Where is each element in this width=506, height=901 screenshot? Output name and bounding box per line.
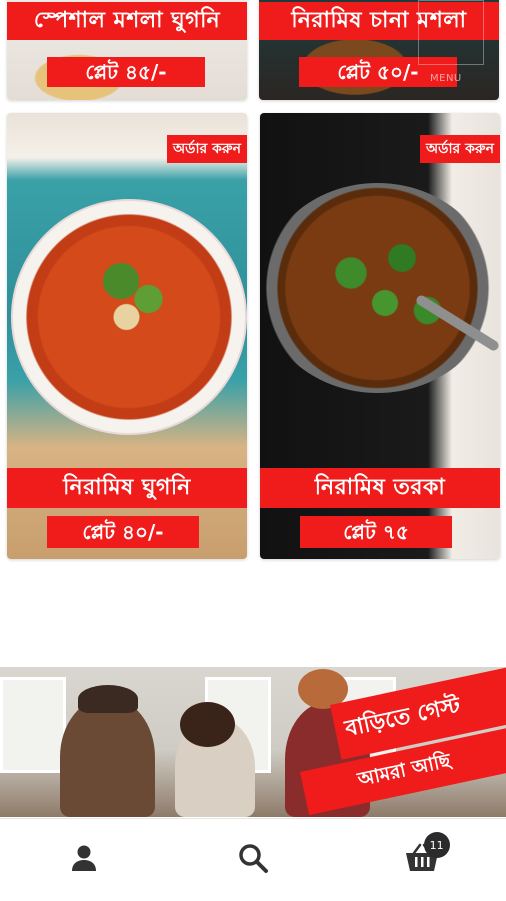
product-card-special-masala-ghugni[interactable]: স্পেশাল মশলা ঘুগনি প্লেট ৪৫/- [7, 0, 247, 100]
person-illustration [78, 685, 138, 713]
herbs-illustration [300, 213, 470, 363]
menu-label: MENU [430, 73, 462, 84]
person-illustration [60, 697, 155, 817]
menu-button[interactable] [418, 0, 484, 65]
bottom-nav: 11 [0, 818, 506, 901]
search-icon [237, 842, 269, 878]
cart-count-badge: 11 [423, 832, 450, 858]
product-title: নিরামিষ তরকা [260, 468, 500, 508]
account-button[interactable] [54, 830, 114, 890]
product-card-niramish-ghugni[interactable]: অর্ডার করুন নিরামিষ ঘুগনি প্লেট ৪০/- [7, 113, 247, 559]
person-illustration [180, 702, 235, 747]
user-icon [69, 843, 99, 877]
product-title: নিরামিষ ঘুগনি [7, 468, 247, 508]
product-title: স্পেশাল মশলা ঘুগনি [7, 2, 247, 40]
window-decor [0, 677, 66, 773]
cart-button[interactable]: 11 [392, 830, 452, 890]
order-button[interactable]: অর্ডার করুন [167, 135, 247, 163]
order-button[interactable]: অর্ডার করুন [420, 135, 500, 163]
product-price: প্লেট ৪০/- [47, 516, 199, 548]
search-button[interactable] [223, 830, 283, 890]
product-price: প্লেট ৭৫ [300, 516, 452, 548]
product-card-niramish-tarka[interactable]: অর্ডার করুন নিরামিষ তরকা প্লেট ৭৫ [260, 113, 500, 559]
garnish-illustration [77, 233, 187, 353]
product-price: প্লেট ৪৫/- [47, 57, 205, 87]
